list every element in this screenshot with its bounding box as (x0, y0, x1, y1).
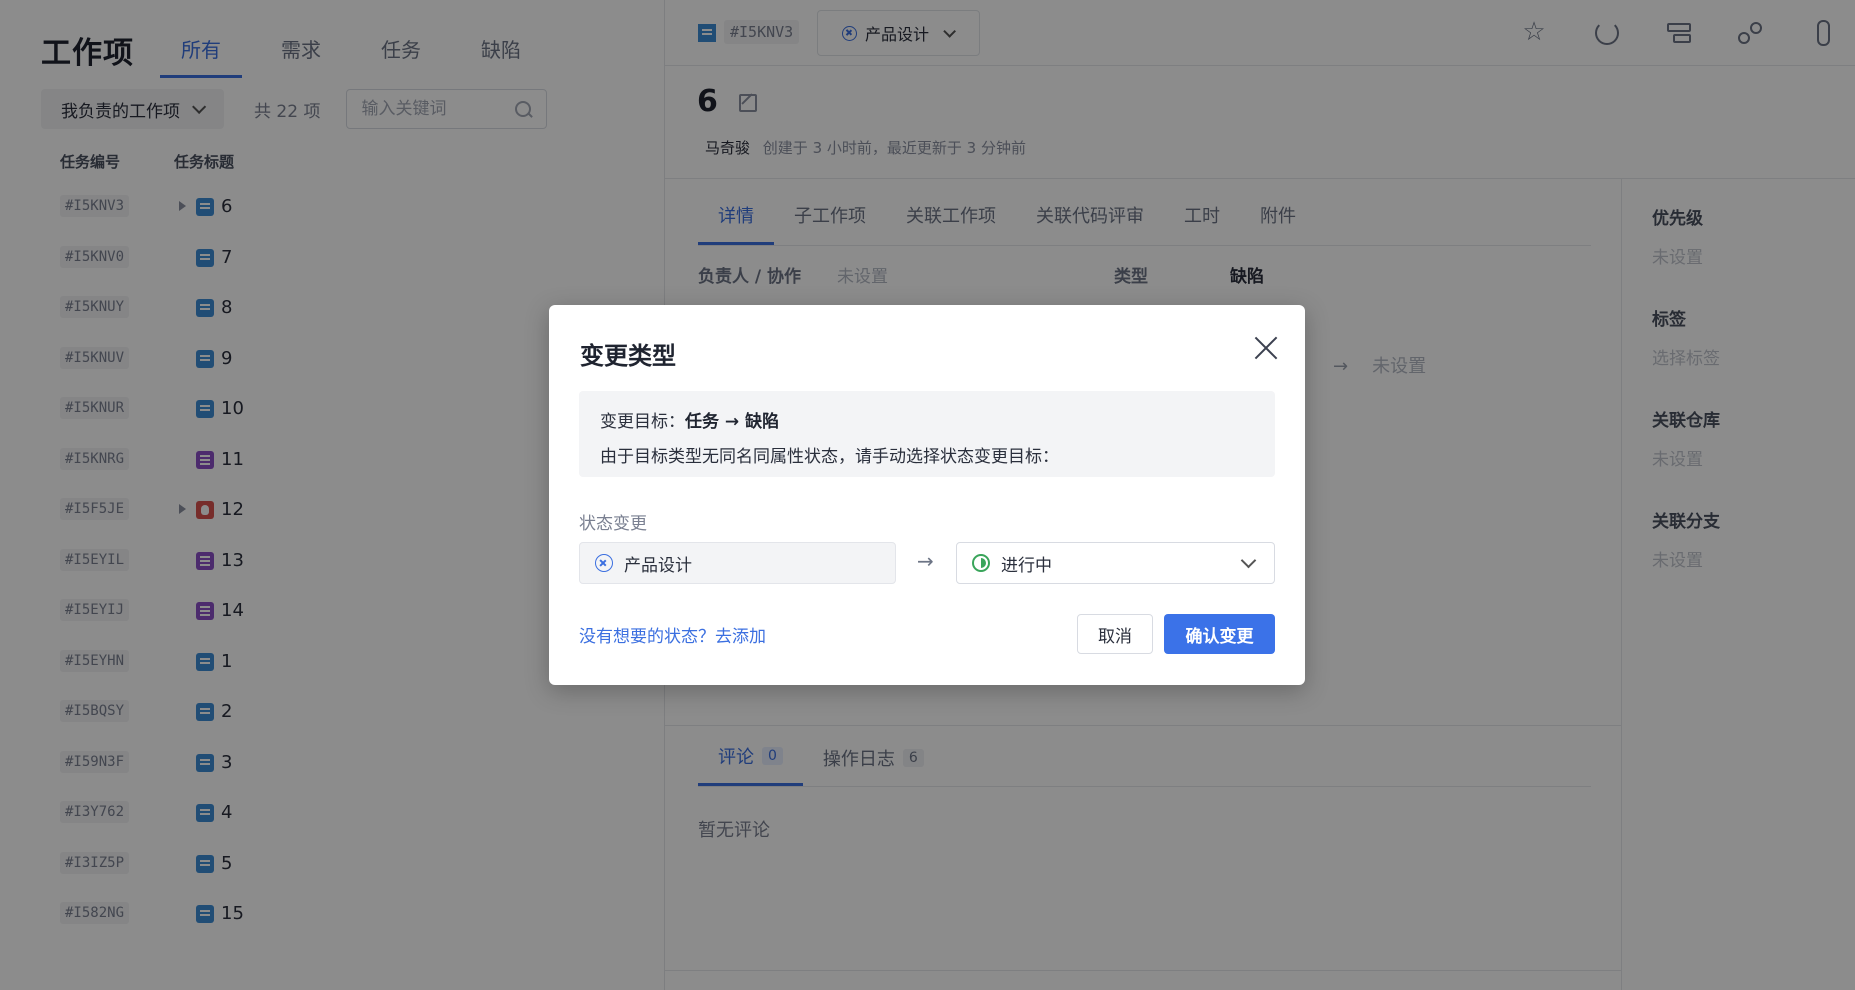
add-state-link[interactable]: 没有想要的状态？去添加 (579, 622, 766, 647)
to-state-select[interactable]: 进行中 (956, 542, 1275, 584)
close-icon[interactable] (1253, 335, 1279, 361)
cancel-button[interactable]: 取消 (1077, 614, 1153, 654)
state-change-label: 状态变更 (579, 514, 647, 534)
from-state-field: 产品设计 (579, 542, 896, 584)
target-value: 任务 → 缺陷 (685, 412, 780, 432)
from-state-value: 产品设计 (624, 555, 692, 576)
info-box: 变更目标：任务 → 缺陷 由于目标类型无同名同属性状态，请手动选择状态变更目标： (579, 391, 1275, 477)
confirm-change-button[interactable]: 确认变更 (1164, 614, 1275, 654)
arrow-right-icon: → (917, 549, 934, 573)
hint-text: 由于目标类型无同名同属性状态，请手动选择状态变更目标： (600, 447, 1059, 467)
target-prefix: 变更目标： (600, 412, 685, 432)
to-state-value: 进行中 (1001, 555, 1052, 576)
in-progress-icon (972, 554, 990, 572)
circle-x-icon (595, 554, 613, 572)
change-type-dialog: 变更类型 变更目标：任务 → 缺陷 由于目标类型无同名同属性状态，请手动选择状态… (549, 305, 1305, 685)
chevron-down-icon (1240, 552, 1257, 569)
target-line: 变更目标：任务 → 缺陷 (600, 405, 1254, 440)
dialog-title: 变更类型 (580, 342, 676, 370)
